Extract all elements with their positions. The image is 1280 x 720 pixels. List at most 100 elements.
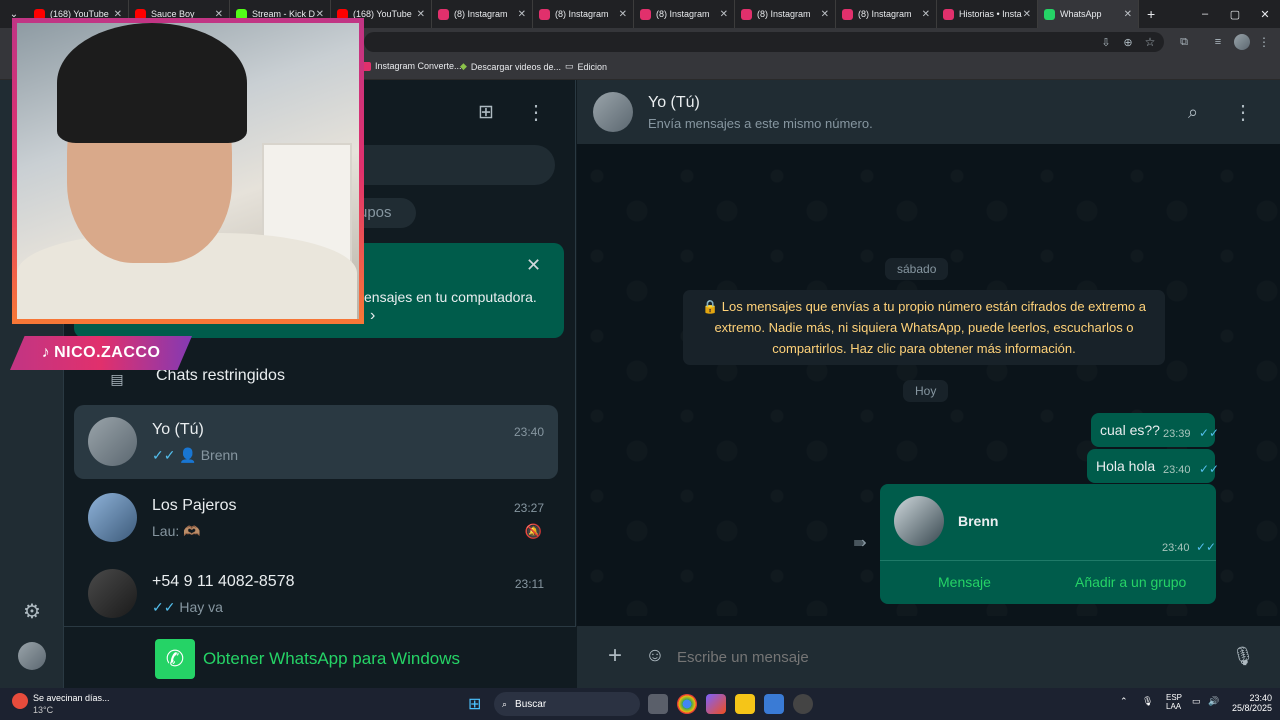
chat-name: Yo (Tú) — [152, 421, 204, 438]
card-divider — [880, 560, 1216, 561]
media-icon[interactable]: ≡ — [1210, 34, 1226, 50]
browser-tab[interactable]: (8) Instagram ✕ — [735, 0, 836, 28]
chat-name: +54 9 11 4082-8578 — [152, 573, 295, 590]
read-ticks-icon: ✓✓ — [1199, 462, 1220, 476]
read-ticks-icon: ✓✓ — [1196, 540, 1217, 554]
browser-tab[interactable]: (8) Instagram ✕ — [432, 0, 533, 28]
tab-favicon-icon — [842, 8, 853, 20]
tiktok-icon: ♪ — [41, 344, 51, 361]
card-add-group-button[interactable]: Añadir a un grupo — [1075, 574, 1186, 590]
tab-close-icon[interactable]: ✕ — [922, 9, 930, 20]
windows-start-icon[interactable]: ⊞ — [468, 694, 488, 714]
tab-close-icon[interactable]: ✕ — [518, 9, 526, 20]
folder-icon: ▭ — [565, 61, 574, 71]
tab-close-icon[interactable]: ✕ — [1023, 9, 1031, 20]
tab-close-icon[interactable]: ✕ — [720, 9, 728, 20]
app-icon[interactable] — [793, 694, 813, 714]
message-bubble[interactable]: cual es?? 23:39 ✓✓ — [1091, 413, 1219, 447]
encryption-notice[interactable]: 🔒 Los mensajes que envías a tu propio nú… — [683, 290, 1165, 365]
muted-bell-icon: 🔕 — [524, 523, 542, 539]
task-view-icon[interactable] — [648, 694, 668, 714]
browser-tab[interactable]: WhatsApp ✕ — [1038, 0, 1139, 28]
bookmark-item[interactable]: ◆ Descargar videos de... — [460, 61, 561, 72]
weather-icon — [12, 693, 28, 709]
conversation-pane: Yo (Tú) Envía mensajes a este mismo núme… — [577, 80, 1280, 688]
microphone-icon[interactable]: 🎙 — [1142, 696, 1153, 707]
tab-label: (8) Instagram — [757, 9, 811, 19]
tab-favicon-icon — [539, 8, 550, 20]
bookmark-star-icon[interactable]: ☆ — [1142, 34, 1158, 50]
close-icon[interactable]: ✕ — [526, 255, 541, 276]
zoom-icon[interactable]: ⊕ — [1120, 34, 1136, 50]
install-icon[interactable]: ⇩ — [1098, 34, 1114, 50]
tab-close-icon[interactable]: ✕ — [1124, 9, 1132, 20]
chat-row[interactable]: +54 9 11 4082-8578 23:11 ✓✓ Hay va — [74, 557, 558, 631]
bookmark-item[interactable]: ▭ Edicion — [565, 61, 607, 72]
menu-icon[interactable]: ⋮ — [526, 100, 546, 124]
volume-icon[interactable]: 🔊 — [1208, 696, 1219, 707]
chat-header[interactable]: Yo (Tú) Envía mensajes a este mismo núme… — [577, 80, 1280, 144]
chrome-icon[interactable] — [677, 694, 697, 714]
search-icon[interactable]: ⌕ — [1181, 100, 1205, 124]
settings-gear-icon[interactable]: ⚙ — [20, 599, 44, 623]
card-name: Brenn — [958, 513, 999, 529]
tab-close-icon[interactable]: ✕ — [417, 9, 425, 20]
message-time: 23:39 — [1163, 428, 1191, 440]
tab-label: WhatsApp — [1060, 9, 1102, 19]
card-message-button[interactable]: Mensaje — [938, 574, 991, 590]
browser-menu-icon[interactable]: ⋮ — [1258, 34, 1270, 50]
address-bar[interactable] — [364, 32, 1164, 52]
weather-temp: 13°C — [33, 705, 54, 715]
network-icon[interactable]: ▭ — [1192, 696, 1201, 707]
taskbar-search[interactable]: ⌕ Buscar — [494, 692, 640, 716]
chat-time: 23:40 — [513, 425, 544, 439]
forward-icon[interactable]: ⇛ — [849, 532, 871, 554]
chat-time: 23:11 — [514, 577, 544, 591]
tab-favicon-icon — [438, 8, 449, 20]
webcam-overlay — [12, 18, 364, 324]
file-explorer-icon[interactable] — [735, 694, 755, 714]
chat-row[interactable]: Yo (Tú) 23:40 ✓✓ 👤 Brenn — [74, 405, 558, 479]
message-input[interactable] — [677, 637, 1217, 677]
get-app-link[interactable]: Obtener WhatsApp para Windows — [203, 649, 460, 669]
contact-subtitle: Envía mensajes a este mismo número. — [648, 116, 873, 131]
browser-tab[interactable]: (8) Instagram ✕ — [533, 0, 634, 28]
tab-favicon-icon — [1044, 8, 1055, 20]
minimize-button[interactable]: – — [1190, 0, 1220, 28]
message-bubble[interactable]: Hola hola 23:40 ✓✓ — [1087, 449, 1219, 483]
store-icon[interactable] — [764, 694, 784, 714]
close-window-button[interactable]: ✕ — [1250, 0, 1280, 28]
profile-avatar[interactable] — [1234, 34, 1250, 50]
chat-menu-icon[interactable]: ⋮ — [1233, 100, 1253, 124]
contact-avatar[interactable] — [593, 92, 633, 132]
system-clock[interactable]: 23:40 25/8/2025 — [1230, 693, 1272, 713]
show-hidden-icons[interactable]: ⌃ — [1120, 696, 1128, 707]
sticker-icon[interactable]: ☺ — [643, 644, 667, 668]
tab-favicon-icon — [640, 8, 651, 20]
tab-label: Historias • Insta — [959, 9, 1022, 19]
microphone-icon[interactable]: 🎙 — [1231, 644, 1255, 668]
chat-row[interactable]: Los Pajeros 23:27 Lau: 🫶🏽 🔕 — [74, 481, 558, 555]
new-tab-button[interactable]: + — [1139, 6, 1163, 22]
person-icon: 👤 — [179, 447, 197, 463]
new-chat-icon[interactable]: ⊞ — [474, 100, 498, 124]
message-time: 23:40 — [1163, 464, 1191, 476]
tab-close-icon[interactable]: ✕ — [821, 9, 829, 20]
copilot-icon[interactable] — [706, 694, 726, 714]
browser-tab[interactable]: (8) Instagram ✕ — [836, 0, 937, 28]
chevron-right-icon[interactable]: › — [370, 307, 375, 325]
profile-avatar[interactable] — [18, 642, 46, 670]
windows-taskbar: Se avecinan días... 13°C ⊞ ⌕ Buscar ⌃ 🎙 E… — [0, 688, 1280, 720]
tab-favicon-icon — [943, 8, 954, 20]
browser-tab[interactable]: (8) Instagram ✕ — [634, 0, 735, 28]
browser-tab[interactable]: Historias • Insta ✕ — [937, 0, 1038, 28]
android-icon: ◆ — [460, 61, 467, 71]
language-indicator[interactable]: ESP LAA — [1166, 693, 1182, 711]
plus-icon[interactable]: + — [603, 642, 627, 669]
contact-card[interactable]: Brenn 23:40 ✓✓ Mensaje Añadir a un grupo — [880, 484, 1216, 604]
maximize-button[interactable]: ▢ — [1220, 0, 1250, 28]
tab-close-icon[interactable]: ✕ — [619, 9, 627, 20]
bookmark-item[interactable]: Instagram Converte... — [362, 61, 462, 71]
extensions-icon[interactable]: ⧉ — [1176, 34, 1192, 50]
weather-title[interactable]: Se avecinan días... — [33, 693, 110, 703]
